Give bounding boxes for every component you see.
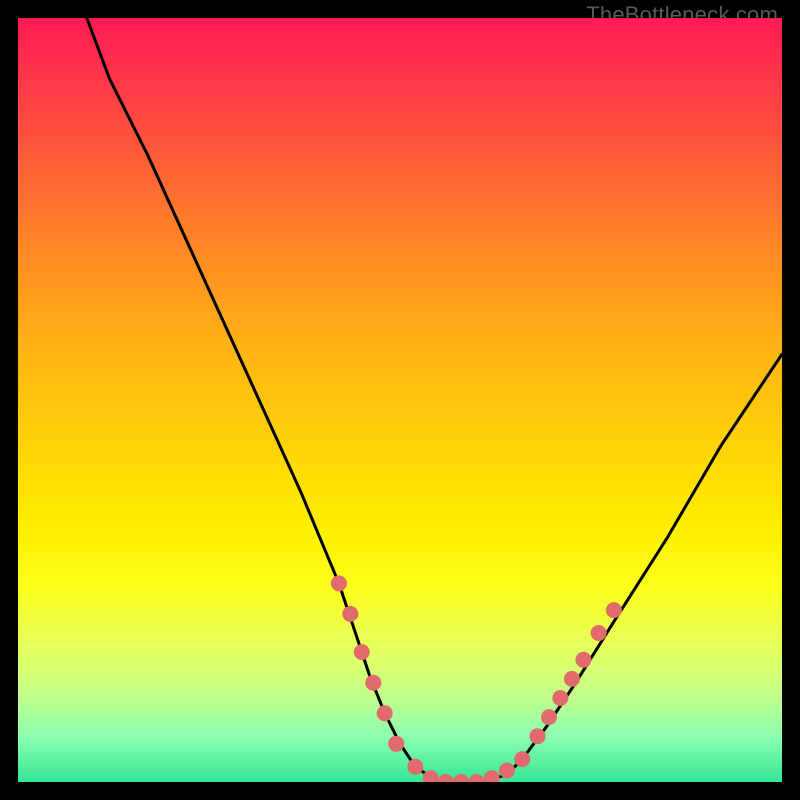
curve-marker xyxy=(342,606,358,622)
curve-marker xyxy=(453,774,469,782)
curve-marker xyxy=(541,709,557,725)
chart-svg xyxy=(18,18,782,782)
curve-marker xyxy=(606,602,622,618)
curve-marker xyxy=(564,671,580,687)
curve-marker xyxy=(575,652,591,668)
curve-marker xyxy=(591,625,607,641)
curve-marker xyxy=(468,774,484,782)
curve-marker xyxy=(438,774,454,782)
plot-area xyxy=(18,18,782,782)
curve-marker xyxy=(484,770,500,782)
curve-marker xyxy=(407,759,423,775)
curve-marker xyxy=(499,763,515,779)
chart-frame: TheBottleneck.com xyxy=(0,0,800,800)
curve-marker xyxy=(552,690,568,706)
curve-marker xyxy=(354,644,370,660)
curve-marker xyxy=(388,736,404,752)
curve-marker xyxy=(530,728,546,744)
curve-marker xyxy=(331,575,347,591)
curve-marker xyxy=(514,751,530,767)
curve-marker xyxy=(377,705,393,721)
curve-marker xyxy=(365,675,381,691)
bottleneck-curve xyxy=(87,18,782,782)
